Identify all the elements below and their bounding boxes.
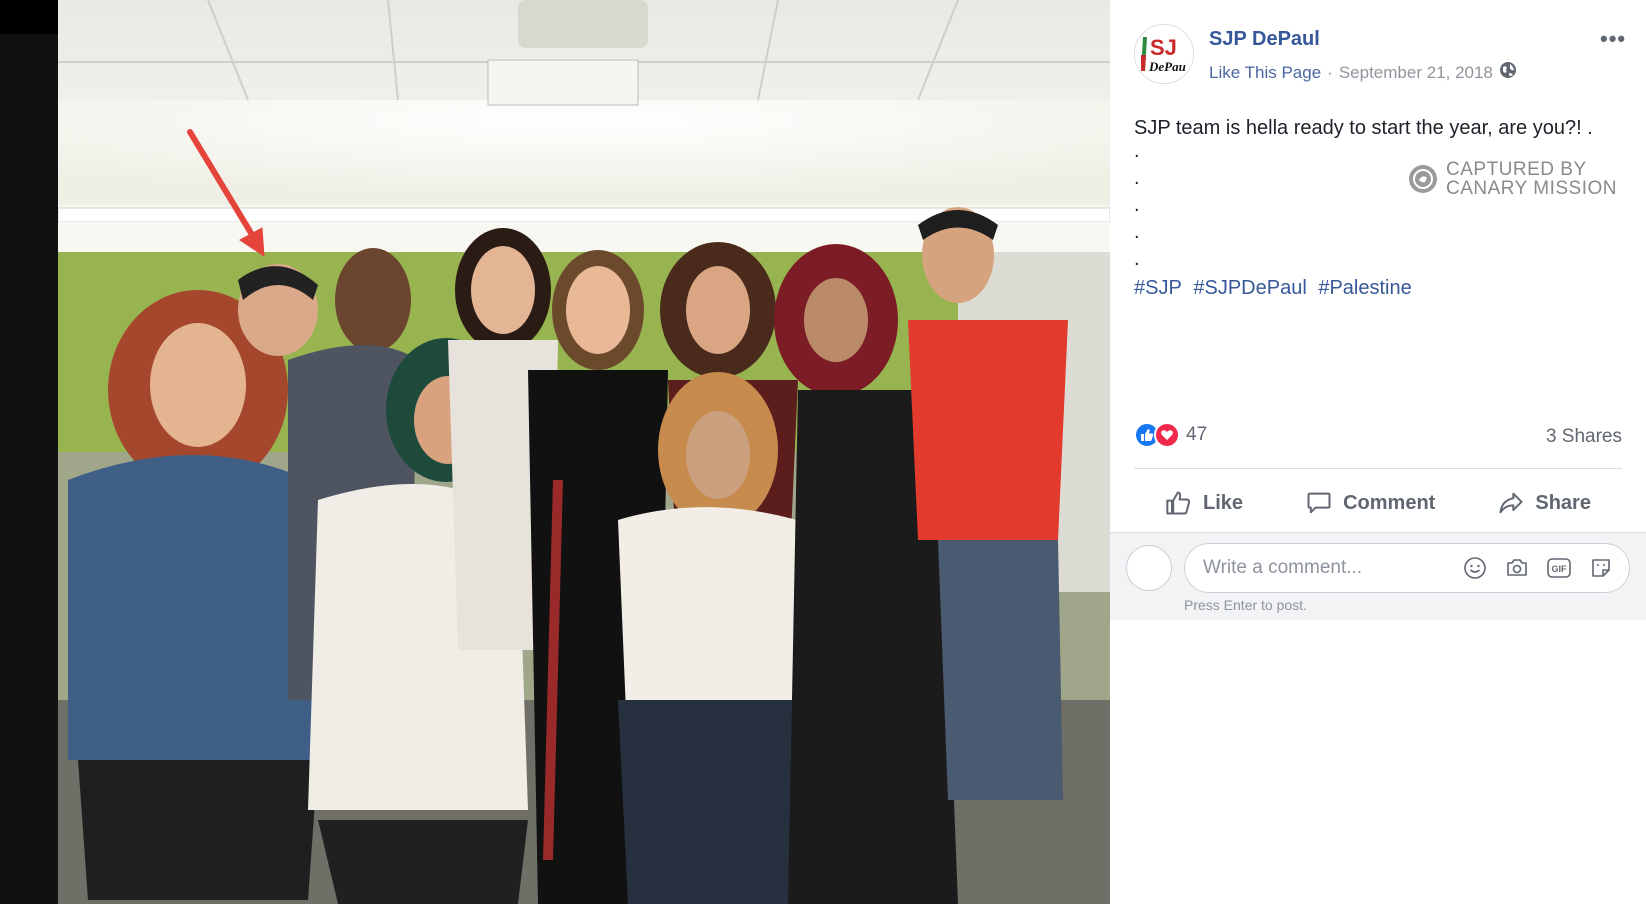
reactions-summary[interactable]: 47 xyxy=(1134,422,1207,448)
post-text-line: SJP team is hella ready to start the yea… xyxy=(1134,117,1593,139)
post-dot: . xyxy=(1134,248,1140,270)
post-panel: SJ DePau SJP DePaul Like This Page · Sep… xyxy=(1110,0,1646,904)
camera-icon[interactable] xyxy=(1503,554,1531,582)
shares-count[interactable]: 3 Shares xyxy=(1546,426,1622,448)
hashtag-link[interactable]: #Palestine xyxy=(1318,277,1411,299)
share-icon xyxy=(1499,492,1523,514)
page-avatar[interactable]: SJ DePau xyxy=(1134,24,1194,84)
like-button[interactable]: Like xyxy=(1165,489,1243,517)
comment-composer: Write a comment... GIF Press Enter to po… xyxy=(1110,532,1646,620)
share-label: Share xyxy=(1535,491,1591,514)
comment-input[interactable]: Write a comment... GIF xyxy=(1184,543,1630,593)
user-avatar xyxy=(1126,545,1172,591)
canary-logo-icon xyxy=(1409,165,1437,193)
top-bar xyxy=(0,0,58,34)
svg-text:GIF: GIF xyxy=(1552,564,1568,574)
meta-separator: · xyxy=(1327,62,1333,82)
love-reaction-icon xyxy=(1154,422,1180,448)
watermark-line2: CANARY MISSION xyxy=(1446,178,1618,199)
divider xyxy=(1134,468,1622,469)
comment-button[interactable]: Comment xyxy=(1305,489,1435,517)
comment-label: Comment xyxy=(1343,491,1436,514)
like-page-link[interactable]: Like This Page xyxy=(1209,63,1321,83)
post-dot: . xyxy=(1134,221,1140,243)
more-options-button[interactable]: ••• xyxy=(1600,26,1626,52)
canary-mission-watermark: CAPTURED BY CANARY MISSION xyxy=(1408,160,1617,198)
thumbs-up-icon xyxy=(1166,491,1191,515)
like-label: Like xyxy=(1203,491,1244,514)
press-enter-hint: Press Enter to post. xyxy=(1184,597,1307,613)
post-photo[interactable] xyxy=(58,0,1110,904)
svg-text:SJ: SJ xyxy=(1150,35,1177,60)
emoji-icon[interactable] xyxy=(1461,554,1489,582)
sjp-logo-icon: SJ DePau xyxy=(1135,25,1193,83)
globe-icon xyxy=(1499,61,1517,84)
post-dot: . xyxy=(1134,194,1140,216)
hashtag-link[interactable]: #SJPDePaul xyxy=(1193,277,1306,299)
post-meta: Like This Page · September 21, 2018 xyxy=(1209,61,1517,84)
post-actions: Like Comment Share xyxy=(1134,478,1622,528)
svg-text:DePau: DePau xyxy=(1148,59,1186,74)
left-margin xyxy=(0,0,58,904)
group-photo-illustration xyxy=(58,0,1110,904)
comment-icon xyxy=(1307,492,1331,514)
post-date[interactable]: September 21, 2018 xyxy=(1339,63,1493,83)
reaction-count: 47 xyxy=(1186,424,1208,445)
hashtags: #SJP #SJPDePaul #Palestine xyxy=(1134,277,1418,300)
hashtag-link[interactable]: #SJP xyxy=(1134,277,1182,299)
page-name[interactable]: SJP DePaul xyxy=(1209,28,1320,51)
gif-icon[interactable]: GIF xyxy=(1545,554,1573,582)
sticker-icon[interactable] xyxy=(1587,554,1615,582)
comment-placeholder: Write a comment... xyxy=(1203,557,1363,578)
watermark-line1: CAPTURED BY xyxy=(1446,159,1587,180)
share-button[interactable]: Share xyxy=(1497,489,1591,517)
